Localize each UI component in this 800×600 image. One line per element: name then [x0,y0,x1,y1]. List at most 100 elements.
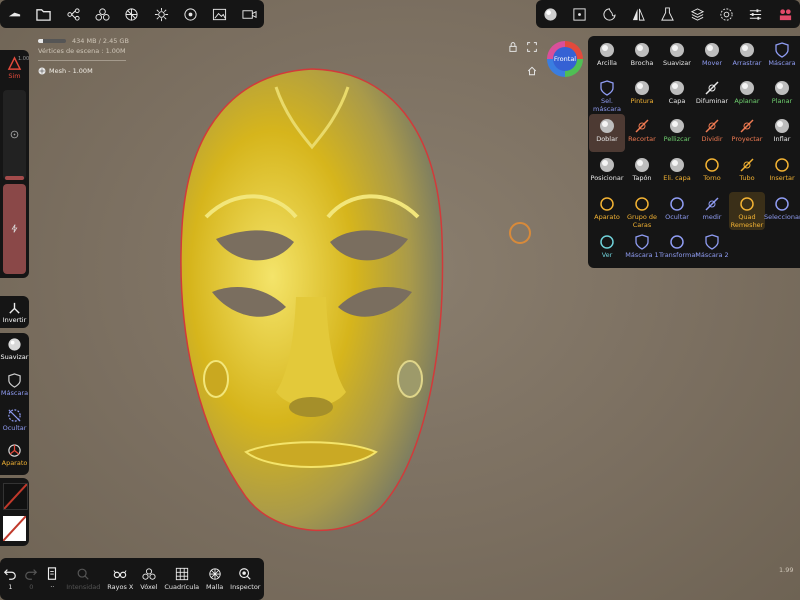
tool-tapón[interactable]: Tapón [624,153,660,191]
tool-sel-máscara[interactable]: Sel. máscara [589,76,625,114]
tool-brocha[interactable]: Brocha [624,38,660,76]
tool-ver[interactable]: Ver [589,230,625,268]
select-mask-icon [599,80,615,96]
gizmo-button[interactable]: Aparato [0,443,29,467]
invert-icon [9,302,20,314]
tool-pellizcar[interactable]: Pellizcar [659,114,695,152]
invert-button[interactable]: Invertir [0,300,29,324]
mesh-label[interactable]: Mesh - 1.00M [38,67,93,75]
paint-color-swatch[interactable] [3,483,28,510]
wireframe-icon [208,568,221,580]
tool-dividir[interactable]: Dividir [694,114,730,152]
xray-button[interactable]: Rayos X [107,567,133,591]
history-button[interactable]: ·· [45,567,59,591]
history-icon [48,567,57,580]
scene-objects-icon[interactable] [94,5,112,23]
redo-icon [25,569,38,580]
tool-suavizar[interactable]: Suavizar [659,38,695,76]
lock-icon[interactable] [508,42,518,52]
divider [38,60,126,61]
xray-glasses-icon [113,570,127,579]
tool-tubo[interactable]: Tubo [729,153,765,191]
tools-panel: Arcilla Brocha Suavizar Mover Arrastrar Másca… [588,36,800,268]
tool-label: Recortar [628,135,656,143]
scene-graph-icon[interactable] [64,5,82,23]
menu-icon[interactable] [6,5,24,23]
flask-icon[interactable] [659,5,677,23]
tool-label: Transformar [659,251,698,259]
home-icon[interactable] [527,66,537,76]
tool-label: Inflar [773,135,791,143]
tool-máscara-2[interactable]: Máscara 2 [694,230,730,268]
smooth-button[interactable]: Suavizar [0,337,29,361]
image-icon[interactable] [211,5,229,23]
tool-ocultar[interactable]: Ocultar [659,192,695,230]
mask-shield-icon [8,373,21,388]
tool-máscara-1[interactable]: Máscara 1 [624,230,660,268]
tool-aparato[interactable]: Aparato [589,192,625,230]
hide-button[interactable]: Ocultar [0,408,29,432]
settings-gear-icon[interactable] [718,5,736,23]
project-icon [739,118,755,134]
video-icon[interactable] [240,5,258,23]
tools-sphere-icon[interactable] [542,5,560,23]
intensity-slider[interactable] [3,184,26,274]
voxel-button[interactable]: Vóxel [140,567,157,591]
tool-aplanar[interactable]: Aplanar [729,76,765,114]
symmetry-icon[interactable] [630,5,648,23]
tool-quad-remesher[interactable]: Quad Remesher [729,192,765,230]
tool-planar[interactable]: Planar [764,76,800,114]
mask-button[interactable]: Máscara [0,373,29,397]
tool-grupo-de-caras[interactable]: Grupo de Caras [624,192,660,230]
tool-capa[interactable]: Capa [659,76,695,114]
sliders-icon[interactable] [747,5,765,23]
hide-icon [8,409,21,422]
redo-button[interactable]: 0 [24,567,38,591]
undo-button[interactable]: 1 [3,567,17,591]
tool-transformar[interactable]: Transformar [659,230,698,268]
tool-label: Pintura [630,97,654,105]
inspector-icon [239,568,251,580]
brush-settings-icon[interactable] [776,5,794,23]
stroke-icon[interactable] [571,5,589,23]
tool-inflar[interactable]: Inflar [764,114,800,152]
tool-label: Arcilla [597,59,617,67]
secondary-color-swatch[interactable] [2,515,27,542]
tool-arcilla[interactable]: Arcilla [589,38,625,76]
tool-medir[interactable]: medir [694,192,730,230]
tool-posicionar[interactable]: Posicionar [589,153,625,191]
tool-máscara[interactable]: Máscara [764,38,800,76]
tool-doblar[interactable]: Doblar [589,114,625,152]
gizmo-icon [599,196,615,212]
fps-counter: 1.99 [779,566,794,574]
top-toolbar-left [0,0,264,28]
tool-torno[interactable]: Torno [694,153,730,191]
grid-button[interactable]: Cuadrícula [164,567,199,591]
tool-pintura[interactable]: Pintura [624,76,660,114]
radius-slider[interactable] [3,90,26,180]
material-icon[interactable] [182,5,200,23]
inspector-button[interactable]: Inspector [230,567,260,591]
tool-label: Posicionar [590,174,624,182]
tool-arrastrar[interactable]: Arrastrar [729,38,765,76]
intensity-button[interactable]: Intensidad [66,567,100,591]
layers-icon[interactable] [688,5,706,23]
mask2-shield-icon [704,234,720,250]
tool-mover[interactable]: Mover [694,38,730,76]
painting-icon[interactable] [600,5,618,23]
fullscreen-icon[interactable] [527,42,537,52]
lighting-icon[interactable] [152,5,170,23]
tool-seleccionar[interactable]: Seleccionar [764,192,800,230]
tool-difuminar[interactable]: Difuminar [694,76,730,114]
tool-proyectar[interactable]: Proyectar [729,114,765,152]
paint-sphere-icon [634,80,650,96]
quad-remesher-icon [739,196,755,212]
tool-eli-capa[interactable]: Eli. capa [659,153,695,191]
topology-icon[interactable] [123,5,141,23]
view-cube[interactable]: Frontal [547,41,583,77]
tool-recortar[interactable]: Recortar [624,114,660,152]
wireframe-button[interactable]: Malla [206,567,223,591]
sculpted-mask-model[interactable] [176,67,448,545]
tool-insertar[interactable]: Insertar [764,153,800,191]
folder-icon[interactable] [35,5,53,23]
